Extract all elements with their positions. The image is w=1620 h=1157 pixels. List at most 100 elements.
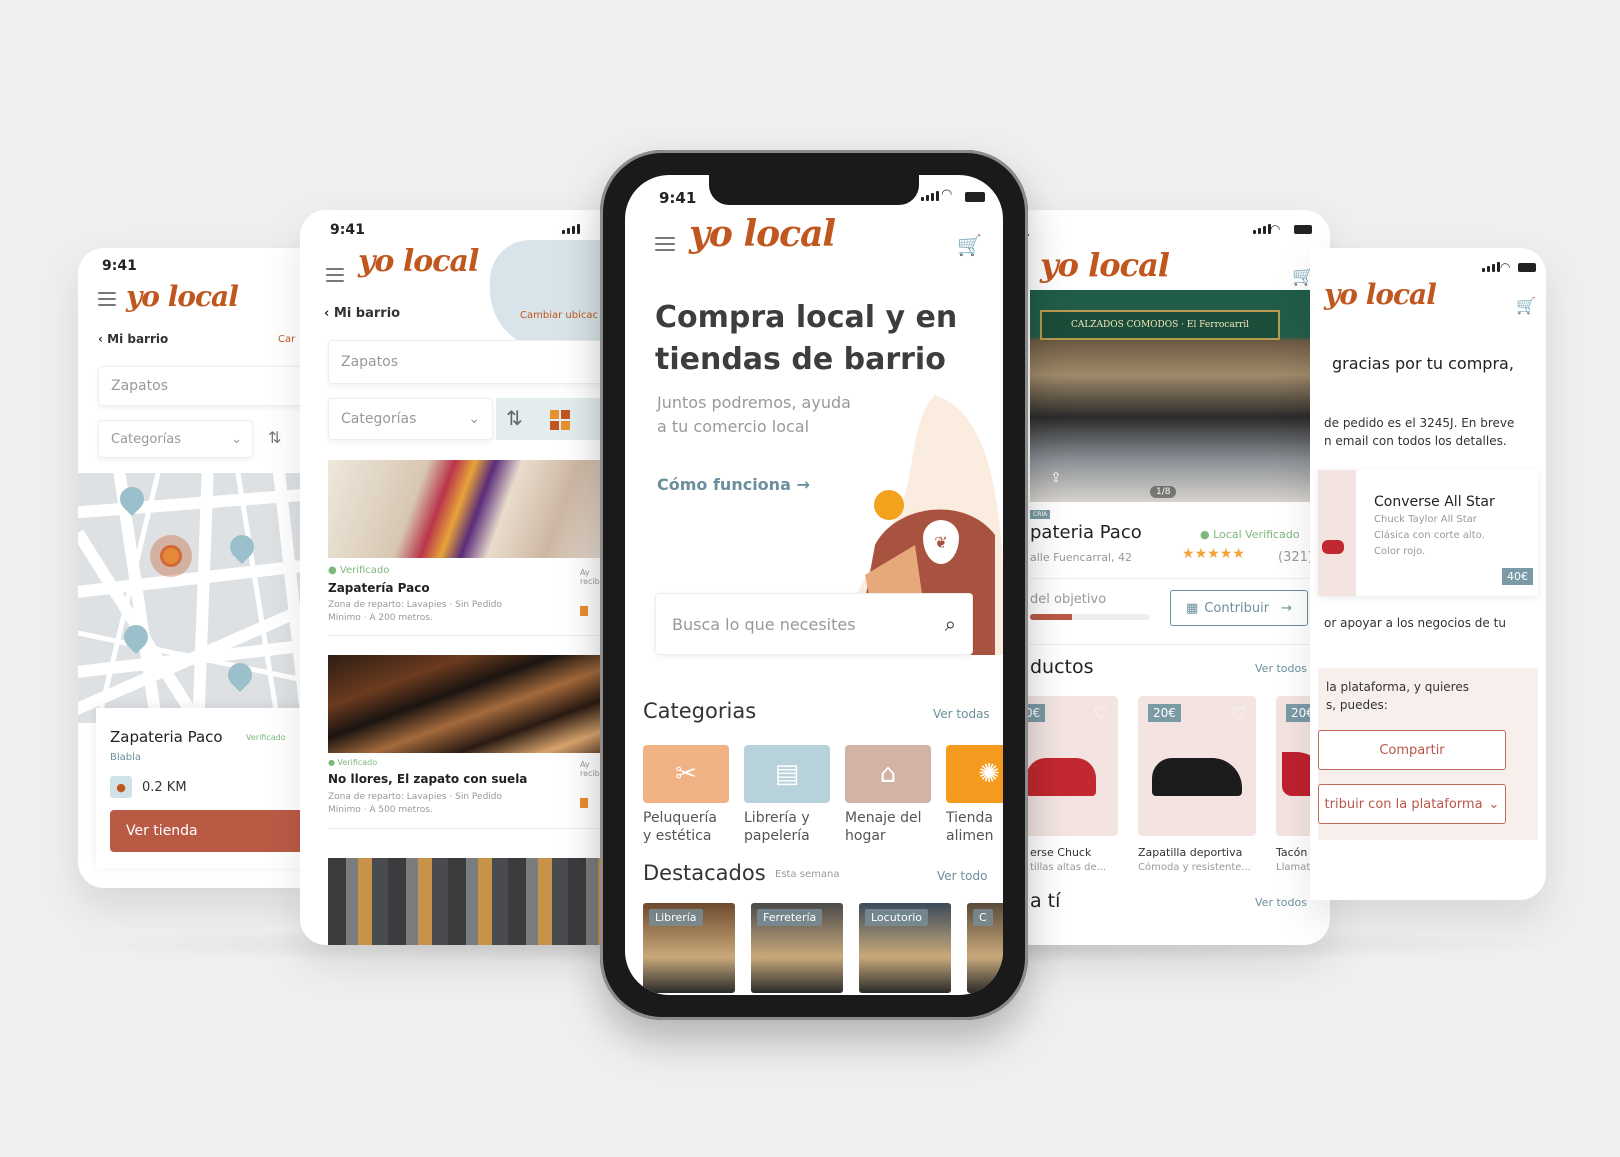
shop-subtitle: Blabla	[110, 752, 142, 763]
category-tile[interactable]: ⌂	[845, 745, 931, 803]
heart-icon[interactable]: ♡	[1232, 704, 1246, 723]
category-tile[interactable]: ✂	[643, 745, 729, 803]
heart-icon[interactable]: ♡	[1094, 704, 1108, 723]
store-icon: ⌂	[879, 759, 897, 789]
goal-label: del objetivo	[1030, 592, 1107, 607]
product-price: 20€	[1148, 704, 1181, 722]
shop-address: alle Fuencarral, 42	[1030, 551, 1132, 564]
category-tile[interactable]: ✺	[946, 745, 1003, 803]
wifi-icon: ◠	[1500, 260, 1511, 274]
categories-select[interactable]: Categorías ⌄	[98, 420, 253, 458]
sort-icon[interactable]: ⇅	[506, 406, 523, 430]
phone-screen-home: 9:41 ◠ yo local 🛒 ❦ Compra local y en tie…	[625, 175, 1003, 995]
battery-icon	[1518, 263, 1536, 272]
shop-name[interactable]: Zapatería Paco	[328, 581, 430, 595]
back-label: Mi barrio	[107, 332, 169, 346]
featured-shop-card[interactable]: Librería	[643, 903, 735, 993]
menu-icon[interactable]	[655, 237, 675, 255]
shop-photo[interactable]	[328, 655, 610, 753]
product-image	[1026, 758, 1096, 796]
product-desc: Cómoda y resistente...	[1138, 862, 1251, 873]
change-location-link[interactable]: Car	[278, 334, 295, 345]
see-all-categories-link[interactable]: Ver todas	[933, 707, 990, 721]
products-title: ductos	[1030, 656, 1094, 678]
back-link[interactable]: ‹ Mi barrio	[98, 332, 168, 346]
app-logo: yo local	[126, 280, 239, 313]
share-button[interactable]: Compartir	[1318, 730, 1506, 770]
featured-shop-card[interactable]: Ferretería	[751, 903, 843, 993]
see-all-foryou-link[interactable]: Ver todos	[1255, 896, 1307, 909]
shop-card[interactable]: Zapateria Paco Verificado Blabla ● 0.2 K…	[96, 708, 318, 868]
thanks-message: gracias por tu compra,	[1332, 354, 1514, 373]
order-product-card[interactable]: Converse All Star Chuck Taylor All Star …	[1318, 470, 1538, 596]
product-desc: Clásica con corte alto.	[1374, 530, 1485, 541]
order-line-2: n email con todos los detalles.	[1324, 434, 1507, 448]
header-blob	[490, 240, 610, 350]
how-it-works-link[interactable]: Cómo funciona →	[657, 475, 810, 494]
search-placeholder: Busca lo que necesites	[672, 614, 856, 634]
food-icon: ✺	[978, 759, 1000, 789]
signal-icon	[1482, 262, 1500, 272]
categories-select[interactable]: Categorías ⌄	[328, 398, 493, 440]
verified-badge: ● Verificado	[328, 758, 378, 767]
signal-icon	[921, 191, 939, 201]
grid-view-icon[interactable]	[550, 410, 570, 430]
chevron-down-icon: ⌄	[468, 411, 480, 427]
cart-icon[interactable]: 🛒	[1516, 296, 1536, 315]
categories-title: Categorias	[643, 699, 757, 723]
contribute-button[interactable]: ▦ Contribuir →	[1170, 590, 1308, 626]
see-all-featured-link[interactable]: Ver todo	[937, 869, 987, 883]
back-link[interactable]: ‹ Mi barrio	[324, 306, 400, 321]
search-input[interactable]: Busca lo que necesites ⌕	[655, 593, 973, 655]
category-tile[interactable]: ▤	[744, 745, 830, 803]
rating-count: (321)	[1278, 550, 1313, 565]
categories-label: Categorías	[111, 431, 182, 447]
share-icon[interactable]: ⇪	[1050, 470, 1062, 486]
signal-badge-icon	[580, 606, 588, 616]
battery-icon	[1294, 225, 1312, 234]
category-label: Peluquería y estética	[643, 810, 717, 844]
search-input[interactable]: Zapatos	[328, 340, 610, 384]
shop-delivery-info: Zona de reparto: Lavapies · Sin Pedido	[328, 600, 503, 610]
shop-name: pateria Paco	[1030, 522, 1142, 543]
distance: 0.2 KM	[142, 780, 187, 795]
signal-icon	[1253, 224, 1271, 234]
map[interactable]	[78, 473, 318, 723]
see-all-products-link[interactable]: Ver todos	[1255, 662, 1307, 675]
star-icon: ★	[1232, 546, 1245, 562]
status-time: 9:41	[659, 189, 697, 207]
star-icon: ★	[1194, 546, 1208, 562]
product-card[interactable]: 0€ ♡	[1020, 696, 1118, 836]
search-icon[interactable]: ⌕	[945, 612, 956, 636]
shop-name[interactable]: No llores, El zapato con suela	[328, 772, 527, 786]
phone-screen-map: 9:41 yo local ‹ Mi barrio Car Zapatos Ca…	[78, 248, 318, 888]
search-input[interactable]: Zapatos	[98, 366, 318, 406]
featured-shop-card[interactable]: C	[967, 903, 1003, 993]
cart-icon[interactable]: 🛒	[957, 233, 982, 257]
product-name: erse Chuck	[1030, 846, 1092, 859]
view-shop-button[interactable]: Ver tienda	[110, 810, 310, 852]
contribute-platform-button[interactable]: tribuir con la plataforma ⌄	[1318, 784, 1506, 824]
signal-icon	[562, 224, 580, 234]
rating-stars: ★★★★★	[1182, 546, 1245, 562]
menu-icon[interactable]	[326, 268, 344, 286]
menu-icon[interactable]	[98, 292, 116, 310]
chevron-down-icon: ⌄	[1488, 796, 1500, 812]
product-name: Converse All Star	[1374, 494, 1495, 510]
verified-badge: ● Local Verificado	[1200, 528, 1300, 541]
shop-photo[interactable]	[328, 858, 610, 945]
product-image	[1152, 758, 1242, 796]
support-message: or apoyar a los negocios de tu	[1324, 616, 1506, 630]
shop-photo[interactable]	[328, 460, 610, 558]
platform-box: la plataforma, y quieres s, puedes: Comp…	[1318, 668, 1538, 840]
book-icon: ▤	[774, 759, 800, 789]
product-card[interactable]: 20€ ♡	[1138, 696, 1256, 836]
change-location-link[interactable]: Cambiar ubicac	[520, 310, 598, 321]
sort-icon[interactable]: ⇅	[268, 428, 281, 447]
shop-photo[interactable]: CALZADOS COMODOS · El Ferrocarril ⇪ 1/8	[1030, 290, 1330, 502]
status-time: 9:41	[102, 258, 137, 274]
order-line-1: de pedido es el 3245J. En breve	[1324, 416, 1515, 430]
photo-counter: 1/8	[1150, 486, 1177, 498]
featured-tag: C	[973, 909, 993, 926]
featured-shop-card[interactable]: Locutorio	[859, 903, 951, 993]
